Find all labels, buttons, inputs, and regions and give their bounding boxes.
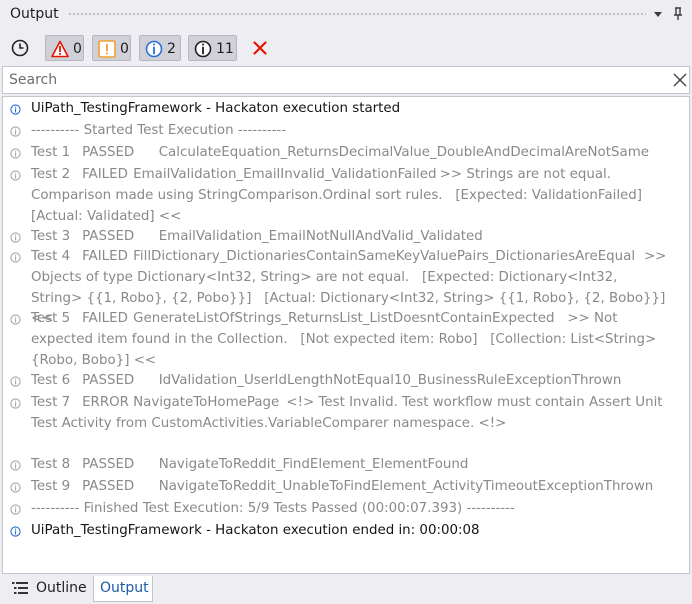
- trace-info-icon: [10, 504, 21, 515]
- warning-icon: [98, 40, 116, 58]
- clock-icon: [11, 39, 29, 57]
- trace-info-icon: [10, 252, 21, 263]
- error-triangle-icon: [51, 40, 69, 58]
- trace-info-icon: [194, 40, 212, 58]
- search-input[interactable]: [9, 71, 659, 89]
- trace-info-icon: [10, 482, 21, 493]
- drag-grip[interactable]: [68, 12, 646, 17]
- tab-output-label: Output: [100, 580, 149, 596]
- info-count: 2: [167, 41, 176, 57]
- trace-info-icon: [10, 170, 21, 181]
- error-count: 0: [73, 41, 82, 57]
- info-icon: [10, 526, 21, 537]
- bottom-tab-strip: Outline Output: [0, 575, 692, 604]
- info-filter-button[interactable]: 2: [139, 35, 181, 61]
- output-log[interactable]: UiPath_TestingFramework - Hackaton execu…: [2, 96, 690, 574]
- trace-info-icon: [10, 232, 21, 243]
- trace-info-icon: [10, 148, 21, 159]
- log-entry-text: ---------- Started Test Execution ------…: [31, 123, 287, 138]
- clear-x-icon: [253, 41, 267, 55]
- pin-icon[interactable]: [671, 5, 685, 23]
- log-entry-text: Test 7 ERROR NavigateToHomePage <!> Test…: [31, 395, 667, 431]
- trace-info-icon: [10, 376, 21, 387]
- info-icon: [145, 40, 163, 58]
- warning-count: 0: [120, 41, 129, 57]
- log-entry-text: Test 3 PASSED EmailValidation_EmailNotNu…: [31, 229, 483, 244]
- log-entry-text: Test 9 PASSED NavigateToReddit_UnableToF…: [31, 479, 654, 494]
- search-clear-icon[interactable]: [670, 70, 690, 90]
- log-entry-text: Test 2 FAILED EmailValidation_EmailInval…: [31, 167, 655, 224]
- log-entry-text: Test 8 PASSED NavigateToReddit_FindEleme…: [31, 457, 469, 472]
- tab-output[interactable]: Output: [93, 576, 153, 602]
- trace-info-icon: [10, 398, 21, 409]
- trace-count: 11: [216, 41, 234, 57]
- log-entry-text: ---------- Finished Test Execution: 5/9 …: [31, 501, 515, 516]
- log-entry-text: Test 6 PASSED IdValidation_UserIdLengthN…: [31, 373, 622, 388]
- dropdown-arrow-icon[interactable]: [651, 5, 665, 23]
- panel-title-bar: Output: [0, 0, 692, 30]
- output-toolbar: 0 0 2 11: [0, 33, 692, 63]
- log-entry-text: UiPath_TestingFramework - Hackaton execu…: [31, 523, 480, 538]
- tab-outline[interactable]: Outline: [6, 576, 92, 602]
- warning-filter-button[interactable]: 0: [92, 35, 131, 61]
- trace-info-icon: [10, 460, 21, 471]
- trace-info-icon: [10, 126, 21, 137]
- trace-info-icon: [10, 314, 21, 325]
- trace-filter-button[interactable]: 11: [188, 35, 237, 61]
- log-entry-text: Test 5 FAILED GenerateListOfStrings_Retu…: [31, 311, 661, 368]
- clear-output-button[interactable]: [248, 35, 272, 61]
- log-entry-text: UiPath_TestingFramework - Hackaton execu…: [31, 101, 401, 116]
- error-filter-button[interactable]: 0: [45, 35, 84, 61]
- tab-outline-label: Outline: [36, 580, 87, 596]
- outline-list-icon: [12, 582, 28, 594]
- search-box: [2, 66, 690, 94]
- panel-title: Output: [10, 6, 59, 22]
- log-entry-text: Test 1 PASSED CalculateEquation_ReturnsD…: [31, 145, 649, 160]
- timestamp-toggle-button[interactable]: [6, 35, 34, 61]
- info-icon: [10, 104, 21, 115]
